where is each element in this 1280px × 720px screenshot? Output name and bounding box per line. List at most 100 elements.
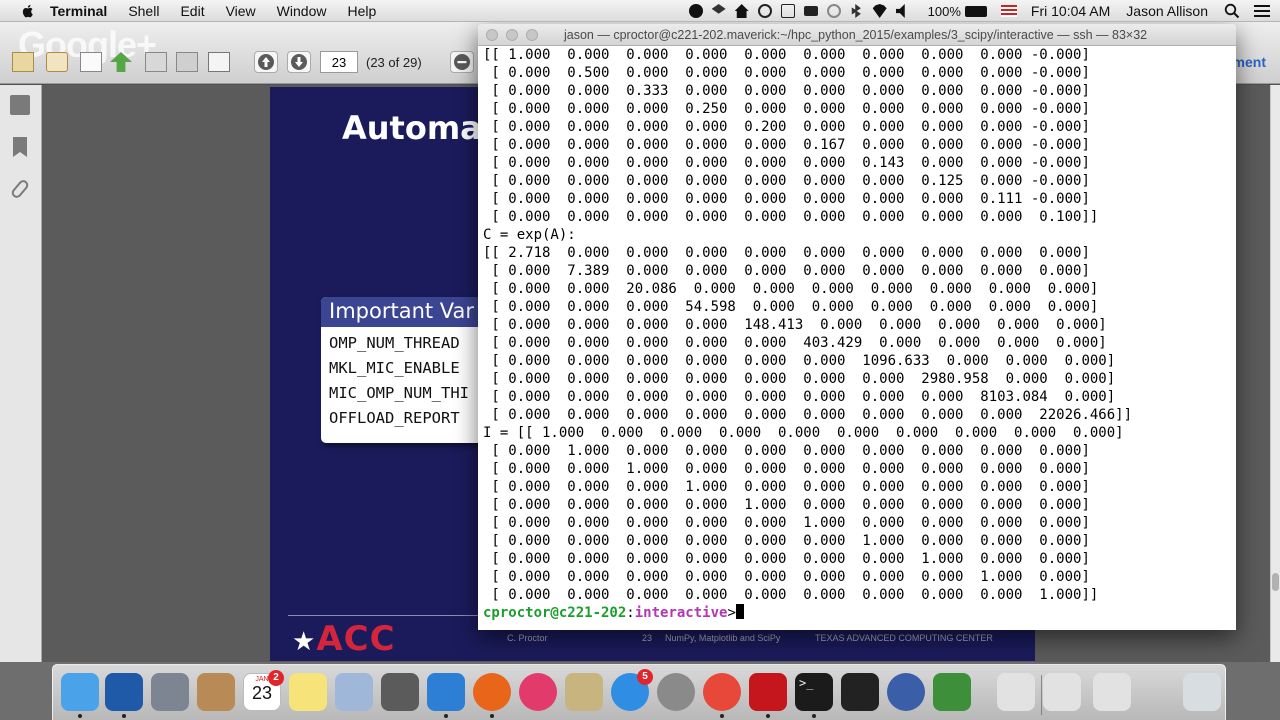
wifi-icon[interactable] <box>872 4 887 18</box>
mail-icon[interactable] <box>208 52 230 72</box>
apple-menu-icon[interactable] <box>20 3 36 19</box>
system-preferences-icon[interactable] <box>657 673 695 711</box>
calendar-badge: 2 <box>268 670 284 686</box>
close-window-button[interactable] <box>486 29 498 41</box>
menubar-user[interactable]: Jason Allison <box>1126 3 1208 19</box>
menu-view[interactable]: View <box>226 3 256 19</box>
terminal-line: [ 0.000 0.000 0.000 0.000 148.413 0.000 … <box>483 317 1107 333</box>
terminal-line: [ 0.000 0.000 0.000 0.000 0.000 0.000 0.… <box>483 587 1099 603</box>
home-icon[interactable] <box>734 4 749 18</box>
prompt-symbol: > <box>727 605 736 621</box>
notes-icon[interactable] <box>289 673 327 711</box>
running-indicator <box>720 714 724 718</box>
firefox-icon[interactable] <box>473 673 511 711</box>
pdf-scrollbar[interactable] <box>1270 85 1280 662</box>
running-indicator <box>78 714 82 718</box>
document-icon[interactable] <box>997 673 1035 711</box>
terminal-line: [ 0.000 0.000 0.000 0.000 1.000 0.000 0.… <box>483 497 1090 513</box>
zoom-window-button[interactable] <box>526 29 538 41</box>
bookmark-icon[interactable] <box>13 137 27 157</box>
minus-icon <box>454 54 470 70</box>
pdf-doc-icon[interactable] <box>1043 673 1081 711</box>
menu-edit[interactable]: Edit <box>180 3 204 19</box>
terminal-line: [ 0.000 0.500 0.000 0.000 0.000 0.000 0.… <box>483 65 1090 81</box>
trash-icon[interactable] <box>1183 673 1221 711</box>
spotlight-search-icon[interactable] <box>1224 3 1240 19</box>
arrow-up-icon <box>258 54 274 70</box>
acrobat-icon[interactable] <box>749 673 787 711</box>
print-icon[interactable] <box>145 52 167 72</box>
slide-title: Automat <box>342 109 498 147</box>
slide-footer-center: TEXAS ADVANCED COMPUTING CENTER <box>815 633 993 643</box>
app-store-icon[interactable]: 5 <box>611 669 653 711</box>
star-icon: ★ <box>292 627 317 657</box>
finder-icon[interactable] <box>61 673 99 711</box>
menu-bar: Terminal Shell Edit View Window Help 100… <box>0 0 1280 22</box>
launchpad-icon[interactable] <box>151 673 189 711</box>
charts-icon[interactable] <box>933 673 971 711</box>
slide-footer-title: NumPy, Matplotlib and SciPy <box>665 633 781 643</box>
pdf-doc2-icon[interactable] <box>1093 673 1131 711</box>
edit-doc-icon[interactable] <box>80 52 102 72</box>
dropbox-icon[interactable] <box>711 4 726 14</box>
terminal-window[interactable]: jason — cproctor@c221-202.maverick:~/hpc… <box>478 24 1236 630</box>
calendar-icon[interactable]: JAN 23 2 <box>243 670 284 711</box>
sync-icon[interactable] <box>757 4 772 18</box>
terminal-line: [ 0.000 0.000 0.000 0.000 0.000 1.000 0.… <box>483 515 1090 531</box>
menubar-clock[interactable]: Fri 10:04 AM <box>1031 3 1110 19</box>
pages-icon[interactable] <box>10 95 30 115</box>
stopwatch-icon[interactable] <box>887 673 925 711</box>
prompt-user: cproctor@c221-202 <box>483 605 627 621</box>
comment-tool-label[interactable]: ment <box>1233 54 1266 70</box>
time-machine-icon[interactable] <box>826 4 841 18</box>
terminal-icon[interactable]: >_ <box>795 673 833 711</box>
zoom-out-button[interactable] <box>450 51 474 73</box>
arrow-down-icon <box>291 54 307 70</box>
hangouts-icon[interactable] <box>688 4 703 18</box>
contacts-icon[interactable] <box>197 673 235 711</box>
photo-booth-icon[interactable] <box>105 673 143 711</box>
script-icon[interactable] <box>565 673 603 711</box>
camera-icon[interactable] <box>381 673 419 711</box>
terminal-output[interactable]: [[ 1.000 0.000 0.000 0.000 0.000 0.000 0… <box>483 46 1233 630</box>
flag-icon[interactable] <box>1000 5 1017 17</box>
itunes-icon[interactable] <box>519 673 557 711</box>
menu-help[interactable]: Help <box>347 3 376 19</box>
preview-icon[interactable] <box>335 673 373 711</box>
terminal-line: [[ 1.000 0.000 0.000 0.000 0.000 0.000 0… <box>483 47 1090 63</box>
x11-icon[interactable] <box>841 673 879 711</box>
page-number-input[interactable] <box>320 51 358 73</box>
terminal-titlebar[interactable]: jason — cproctor@c221-202.maverick:~/hpc… <box>478 24 1236 46</box>
calendar-day: 23 <box>251 683 273 703</box>
volume-icon[interactable] <box>895 4 905 18</box>
terminal-line: [ 0.000 0.000 0.000 0.000 0.000 0.000 0.… <box>483 371 1116 387</box>
minimize-window-button[interactable] <box>506 29 518 41</box>
terminal-prompt-line[interactable]: cproctor@c221-202:interactive> <box>483 604 1233 622</box>
previous-page-button[interactable] <box>254 51 278 73</box>
chrome-icon[interactable] <box>703 673 741 711</box>
copy-icon[interactable] <box>12 52 34 72</box>
edit-icon[interactable] <box>780 4 795 18</box>
notification-center-icon[interactable] <box>1254 4 1270 18</box>
menu-window[interactable]: Window <box>277 3 327 19</box>
scrollbar-thumb[interactable] <box>1272 573 1279 591</box>
battery-icon[interactable] <box>964 5 987 17</box>
keyboard-icon[interactable] <box>803 6 818 16</box>
terminal-line: [ 0.000 0.000 0.000 0.000 0.000 0.167 0.… <box>483 137 1090 153</box>
attachment-icon[interactable] <box>9 178 31 200</box>
menu-app-terminal[interactable]: Terminal <box>50 3 107 19</box>
terminal-line: [ 0.000 1.000 0.000 0.000 0.000 0.000 0.… <box>483 443 1090 459</box>
menu-shell[interactable]: Shell <box>128 3 159 19</box>
lock-icon[interactable] <box>46 52 68 72</box>
dock-separator <box>1041 675 1042 715</box>
terminal-lines: [[ 1.000 0.000 0.000 0.000 0.000 0.000 0… <box>483 46 1233 604</box>
printer-icon[interactable] <box>176 52 198 72</box>
xcode-icon[interactable] <box>427 673 465 711</box>
terminal-line: [ 0.000 0.000 20.086 0.000 0.000 0.000 0… <box>483 281 1099 297</box>
terminal-line: [ 0.000 0.000 0.000 0.000 0.000 0.000 0.… <box>483 389 1116 405</box>
bluetooth-icon[interactable] <box>851 4 861 18</box>
prompt-directory: interactive <box>634 605 728 621</box>
next-page-button[interactable] <box>287 51 311 73</box>
terminal-line: [ 0.000 0.000 0.000 0.000 0.000 0.000 0.… <box>483 551 1090 567</box>
running-indicator <box>490 714 494 718</box>
